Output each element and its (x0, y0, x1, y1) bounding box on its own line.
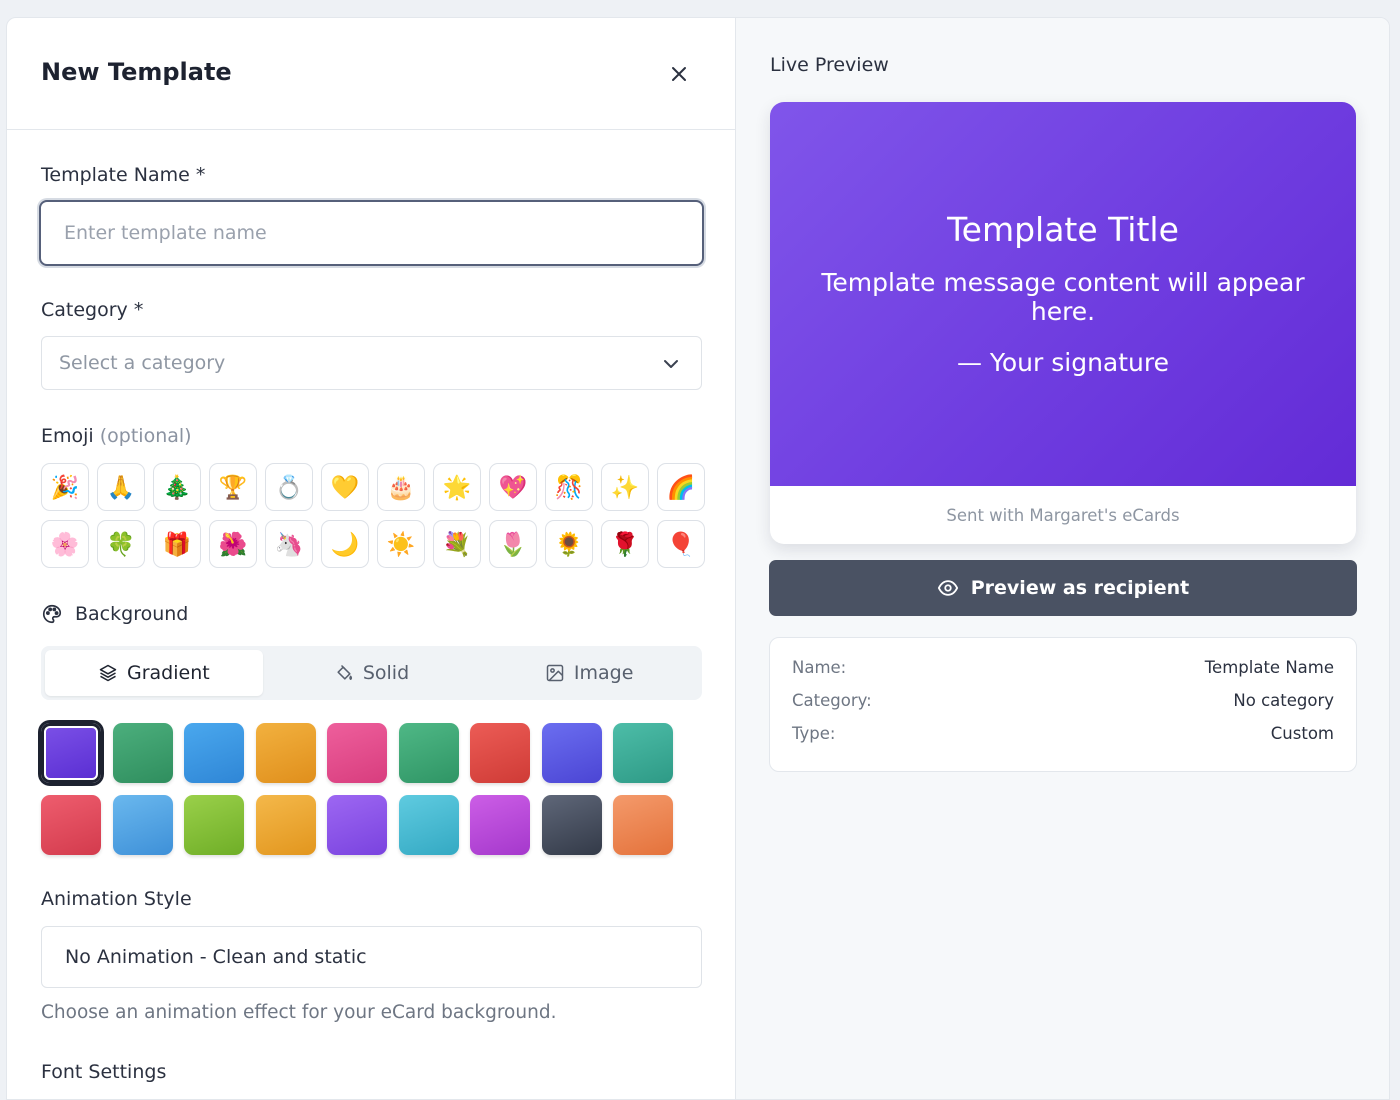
emoji-option[interactable]: 🍀 (97, 520, 145, 568)
gradient-swatch[interactable] (112, 795, 173, 855)
emoji-option[interactable]: 🎂 (377, 463, 425, 511)
gradient-swatch[interactable] (255, 723, 316, 783)
gradient-swatch[interactable] (41, 795, 101, 855)
tab-solid-label: Solid (362, 662, 410, 684)
gradient-swatch[interactable] (255, 795, 316, 855)
gradient-swatches (41, 723, 673, 855)
emoji-option[interactable]: ✨ (601, 463, 649, 511)
summary-key: Category: (792, 691, 872, 710)
category-select-value: Select a category (59, 352, 226, 374)
live-preview-panel: Live Preview Template Title Template mes… (736, 18, 1389, 1099)
emoji-option[interactable]: 🌙 (321, 520, 369, 568)
emoji-option[interactable]: 🙏 (97, 463, 145, 511)
gradient-swatch[interactable] (470, 795, 530, 855)
animation-label: Animation Style (41, 888, 192, 910)
emoji-option[interactable]: 🎊 (545, 463, 593, 511)
template-form-panel: New Template Template Name * Category * … (7, 18, 736, 1099)
category-label: Category * (41, 299, 144, 321)
template-name-label: Template Name * (41, 164, 206, 186)
modal-header: New Template (7, 18, 735, 130)
ecard-signature: — Your signature (956, 348, 1170, 377)
template-name-input[interactable] (39, 200, 704, 266)
emoji-option[interactable]: 🌟 (433, 463, 481, 511)
tab-gradient[interactable]: Gradient (45, 650, 263, 696)
emoji-option[interactable]: 🌹 (601, 520, 649, 568)
summary-value: Template Name (1204, 658, 1334, 677)
gradient-swatch[interactable] (613, 795, 673, 855)
tab-image-label: Image (573, 662, 634, 684)
tab-image[interactable]: Image (480, 650, 698, 696)
animation-help-text: Choose an animation effect for your eCar… (41, 1002, 557, 1023)
summary-row-name: Name: Template Name (792, 658, 1334, 691)
modal-title: New Template (41, 58, 232, 86)
palette-icon (43, 604, 62, 624)
gradient-swatch[interactable] (327, 723, 387, 783)
layers-icon (99, 664, 117, 682)
background-label: Background (41, 603, 188, 625)
emoji-option[interactable]: 🌸 (41, 520, 89, 568)
summary-row-type: Type: Custom (792, 724, 1334, 757)
emoji-option[interactable]: 🌺 (209, 520, 257, 568)
close-button[interactable] (663, 58, 695, 90)
summary-row-category: Category: No category (792, 691, 1334, 724)
ecard-title: Template Title (947, 210, 1179, 249)
new-template-modal: New Template Template Name * Category * … (6, 17, 1390, 1100)
tab-solid[interactable]: Solid (263, 650, 481, 696)
emoji-option[interactable]: 🎄 (153, 463, 201, 511)
ecard-preview: Template Title Template message content … (770, 102, 1356, 544)
category-select[interactable]: Select a category (41, 336, 702, 390)
gradient-swatch[interactable] (327, 795, 387, 855)
summary-key: Type: (792, 724, 836, 743)
background-type-tabs: Gradient Solid Image (41, 646, 702, 700)
emoji-option[interactable]: 🦄 (265, 520, 313, 568)
animation-select-value: No Animation - Clean and static (65, 946, 367, 968)
ecard-message: Template message content will appear her… (821, 268, 1305, 326)
gradient-swatch[interactable] (398, 723, 459, 783)
emoji-option[interactable]: 🌻 (545, 520, 593, 568)
emoji-optional-text: (optional) (99, 425, 192, 447)
emoji-option[interactable]: 🌷 (489, 520, 537, 568)
gradient-swatch[interactable] (470, 723, 530, 783)
font-settings-label: Font Settings (41, 1061, 167, 1083)
summary-value: No category (1233, 691, 1334, 710)
emoji-option[interactable]: 🎈 (657, 520, 705, 568)
chevron-down-icon (664, 360, 678, 368)
live-preview-heading: Live Preview (770, 54, 889, 76)
ecard-preview-body: Template Title Template message content … (770, 102, 1356, 486)
preview-as-recipient-label: Preview as recipient (970, 577, 1190, 599)
emoji-option[interactable]: 💖 (489, 463, 537, 511)
background-label-text: Background (75, 603, 189, 625)
image-icon (546, 664, 564, 682)
emoji-option[interactable]: 🎁 (153, 520, 201, 568)
gradient-swatch[interactable] (541, 795, 602, 855)
summary-value: Custom (1270, 724, 1334, 743)
emoji-option[interactable]: 💐 (433, 520, 481, 568)
emoji-label: Emoji (optional) (41, 425, 192, 447)
emoji-label-text: Emoji (41, 425, 94, 447)
tab-gradient-label: Gradient (126, 662, 210, 684)
emoji-picker: 🎉 🙏 🎄 🏆 💍 💛 🎂 🌟 💖 🎊 ✨ 🌈 🌸 🍀 🎁 🌺 🦄 🌙 ☀️ 💐 🌷 🌻 🌹 🎈 (41, 463, 705, 568)
emoji-option[interactable]: 🏆 (209, 463, 257, 511)
eye-icon (937, 580, 958, 596)
close-icon (672, 67, 686, 81)
summary-key: Name: (792, 658, 847, 677)
emoji-option[interactable]: ☀️ (377, 520, 425, 568)
emoji-option[interactable]: 💛 (321, 463, 369, 511)
gradient-swatch[interactable] (184, 795, 244, 855)
gradient-swatch[interactable] (541, 723, 602, 783)
ecard-footer: Sent with Margaret's eCards (946, 505, 1180, 525)
gradient-swatch[interactable] (184, 723, 244, 783)
paint-bucket-icon (337, 664, 353, 680)
gradient-swatch-selected[interactable] (41, 723, 101, 783)
preview-as-recipient-button[interactable]: Preview as recipient (769, 560, 1357, 616)
gradient-swatch[interactable] (398, 795, 459, 855)
emoji-option[interactable]: 💍 (265, 463, 313, 511)
emoji-option[interactable]: 🎉 (41, 463, 89, 511)
animation-select[interactable]: No Animation - Clean and static (41, 926, 702, 988)
gradient-swatch[interactable] (613, 723, 673, 783)
emoji-option[interactable]: 🌈 (657, 463, 705, 511)
template-summary: Name: Template Name Category: No categor… (769, 637, 1357, 772)
gradient-swatch[interactable] (112, 723, 173, 783)
